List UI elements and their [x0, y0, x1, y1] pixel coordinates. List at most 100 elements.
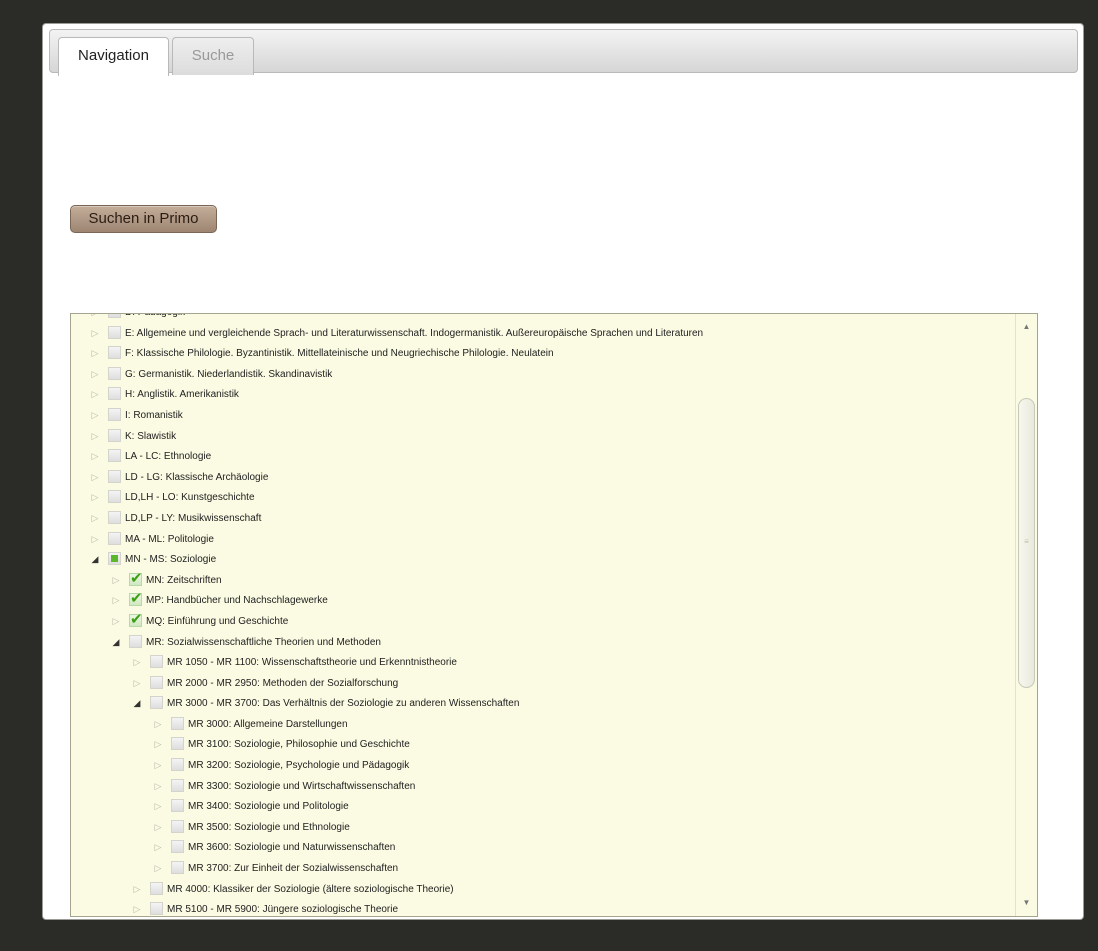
tree-node-label[interactable]: G: Germanistik. Niederlandistik. Skandin… [125, 368, 332, 381]
tree-node[interactable]: ▷ MR 3400: Soziologie und Politologie [71, 796, 1009, 817]
expand-arrow-icon[interactable]: ▷ [153, 841, 163, 853]
tree-node-label[interactable]: I: Romanistik [125, 409, 183, 422]
tree-node-checkbox[interactable] [129, 590, 143, 608]
expand-arrow-icon[interactable]: ▷ [90, 347, 100, 359]
tree-node-label[interactable]: MR 5100 - MR 5900: Jüngere soziologische… [167, 903, 398, 916]
tree-node-label[interactable]: LD,LP - LY: Musikwissenschaft [125, 512, 261, 525]
expand-arrow-icon[interactable]: ▷ [111, 574, 121, 586]
tree-node-checkbox[interactable] [171, 840, 184, 854]
tree-node-label[interactable]: MR 3300: Soziologie und Wirtschaftwissen… [188, 780, 415, 793]
tree-node[interactable]: ▷ MR 3600: Soziologie und Naturwissenscha… [71, 837, 1009, 858]
expand-arrow-icon[interactable]: ▷ [132, 677, 142, 689]
tree-node-checkbox[interactable] [171, 819, 184, 833]
tree-node[interactable]: ▷ F: Klassische Philologie. Byzantinistik… [71, 343, 1009, 364]
expand-arrow-icon[interactable]: ▷ [153, 821, 163, 833]
tree-node-label[interactable]: H: Anglistik. Amerikanistik [125, 388, 239, 401]
tree-node-label[interactable]: MR 3100: Soziologie, Philosophie und Ges… [188, 738, 410, 751]
tree-node-checkbox[interactable] [171, 716, 184, 730]
expand-arrow-icon[interactable]: ▷ [90, 471, 100, 483]
tab-suche[interactable]: Suche [172, 37, 254, 75]
tree-node-checkbox[interactable] [150, 902, 163, 916]
expand-arrow-icon[interactable]: ▷ [90, 368, 100, 380]
tree-node-label[interactable]: MR 3700: Zur Einheit der Sozialwissensch… [188, 862, 398, 875]
tree-node-checkbox[interactable] [108, 449, 121, 463]
tree-node-checkbox[interactable] [129, 570, 143, 588]
tree-node-label[interactable]: MN: Zeitschriften [146, 574, 222, 587]
expand-arrow-icon[interactable]: ▷ [90, 533, 100, 545]
tree-node-label[interactable]: MQ: Einführung und Geschichte [146, 615, 288, 628]
tree-node-checkbox[interactable] [150, 696, 163, 710]
tree-node-label[interactable]: E: Allgemeine und vergleichende Sprach- … [125, 327, 703, 340]
tree-node-checkbox[interactable] [150, 881, 163, 895]
tab-navigation[interactable]: Navigation [58, 37, 169, 76]
expand-arrow-icon[interactable]: ▷ [90, 491, 100, 503]
tree-node-label[interactable]: MR 2000 - MR 2950: Methoden der Sozialfo… [167, 677, 398, 690]
tree-node[interactable]: ▷ E: Allgemeine und vergleichende Sprach-… [71, 323, 1009, 344]
tree-node-checkbox[interactable] [171, 758, 184, 772]
tree-node[interactable]: ▷ MR 1050 - MR 1100: Wissenschaftstheorie… [71, 652, 1009, 673]
tree-node[interactable]: ▷ MR 3300: Soziologie und Wirtschaftwisse… [71, 776, 1009, 797]
tree-node[interactable]: ▷ MR 4000: Klassiker der Soziologie (älte… [71, 879, 1009, 900]
tree-node[interactable]: ▷ MP: Handbücher und Nachschlagewerke [71, 590, 1009, 611]
tree-node-checkbox[interactable] [171, 799, 184, 813]
tree-node-checkbox[interactable] [171, 737, 184, 751]
tree-node[interactable]: ▷ H: Anglistik. Amerikanistik [71, 384, 1009, 405]
tree-node-checkbox[interactable] [129, 611, 143, 629]
tree-node-checkbox[interactable] [150, 675, 163, 689]
tree-node-label[interactable]: LD - LG: Klassische Archäologie [125, 471, 268, 484]
tree-node-checkbox[interactable] [108, 314, 121, 318]
tree-node[interactable]: ▷ I: Romanistik [71, 405, 1009, 426]
tree-node-checkbox[interactable] [108, 552, 121, 566]
tree-node[interactable]: ▷ MR 2000 - MR 2950: Methoden der Sozialf… [71, 673, 1009, 694]
classification-tree[interactable]: ▷ D: Pädagogik ▷ E: Allgemeine und vergleic… [70, 313, 1038, 917]
tree-node[interactable]: ◢ MN - MS: Soziologie [71, 549, 1009, 570]
tree-node-label[interactable]: LA - LC: Ethnologie [125, 450, 211, 463]
tree-node-label[interactable]: MR 3500: Soziologie und Ethnologie [188, 821, 350, 834]
expand-arrow-icon[interactable]: ▷ [153, 759, 163, 771]
tree-node[interactable]: ▷ K: Slawistik [71, 426, 1009, 447]
expand-arrow-icon[interactable]: ▷ [111, 594, 121, 606]
tree-node-checkbox[interactable] [150, 655, 163, 669]
tree-node-label[interactable]: MA - ML: Politologie [125, 533, 214, 546]
tree-node-label[interactable]: K: Slawistik [125, 430, 176, 443]
tree-node[interactable]: ▷ MR 3700: Zur Einheit der Sozialwissensc… [71, 858, 1009, 879]
scrollbar-thumb[interactable]: ≡ [1018, 398, 1035, 688]
tree-node[interactable]: ▷ MR 3200: Soziologie, Psychologie und Pä… [71, 755, 1009, 776]
expand-arrow-icon[interactable]: ▷ [90, 512, 100, 524]
tree-node[interactable]: ▷ MR 5100 - MR 5900: Jüngere soziologisch… [71, 899, 1009, 916]
tree-node[interactable]: ▷ D: Pädagogik [71, 314, 1009, 323]
tree-node[interactable]: ▷ LD,LH - LO: Kunstgeschichte [71, 487, 1009, 508]
tree-node[interactable]: ▷ MR 3500: Soziologie und Ethnologie [71, 817, 1009, 838]
tree-node[interactable]: ▷ MQ: Einführung und Geschichte [71, 611, 1009, 632]
tree-node-checkbox[interactable] [108, 366, 121, 380]
tree-node-label[interactable]: MR 3200: Soziologie, Psychologie und Päd… [188, 759, 409, 772]
collapse-arrow-icon[interactable]: ◢ [90, 553, 100, 565]
tree-node[interactable]: ▷ G: Germanistik. Niederlandistik. Skandi… [71, 364, 1009, 385]
tree-node-checkbox[interactable] [108, 469, 121, 483]
tree-node[interactable]: ▷ LD,LP - LY: Musikwissenschaft [71, 508, 1009, 529]
expand-arrow-icon[interactable]: ▷ [90, 388, 100, 400]
expand-arrow-icon[interactable]: ▷ [153, 800, 163, 812]
tree-node-checkbox[interactable] [108, 510, 121, 524]
tree-node[interactable]: ▷ LD - LG: Klassische Archäologie [71, 467, 1009, 488]
tree-node-label[interactable]: MR 3000: Allgemeine Darstellungen [188, 718, 348, 731]
tree-node[interactable]: ▷ MR 3000: Allgemeine Darstellungen [71, 714, 1009, 735]
tree-node-label[interactable]: MN - MS: Soziologie [125, 553, 216, 566]
tree-node-checkbox[interactable] [108, 387, 121, 401]
tree-scrollbar[interactable]: ▲ ≡ ▼ [1015, 314, 1037, 916]
tree-node[interactable]: ▷ MR 3100: Soziologie, Philosophie und Ge… [71, 734, 1009, 755]
expand-arrow-icon[interactable]: ▷ [153, 780, 163, 792]
collapse-arrow-icon[interactable]: ◢ [132, 697, 142, 709]
tree-node[interactable]: ▷ MN: Zeitschriften [71, 570, 1009, 591]
expand-arrow-icon[interactable]: ▷ [132, 883, 142, 895]
tree-node-checkbox[interactable] [129, 634, 142, 648]
tree-node-checkbox[interactable] [108, 407, 121, 421]
tree-node-checkbox[interactable] [108, 531, 121, 545]
expand-arrow-icon[interactable]: ▷ [153, 738, 163, 750]
expand-arrow-icon[interactable]: ▷ [132, 903, 142, 915]
scroll-down-icon[interactable]: ▼ [1016, 896, 1037, 910]
tree-node-label[interactable]: MR 1050 - MR 1100: Wissenschaftstheorie … [167, 656, 457, 669]
expand-arrow-icon[interactable]: ▷ [111, 615, 121, 627]
tree-node-checkbox[interactable] [171, 861, 184, 875]
expand-arrow-icon[interactable]: ▷ [90, 450, 100, 462]
